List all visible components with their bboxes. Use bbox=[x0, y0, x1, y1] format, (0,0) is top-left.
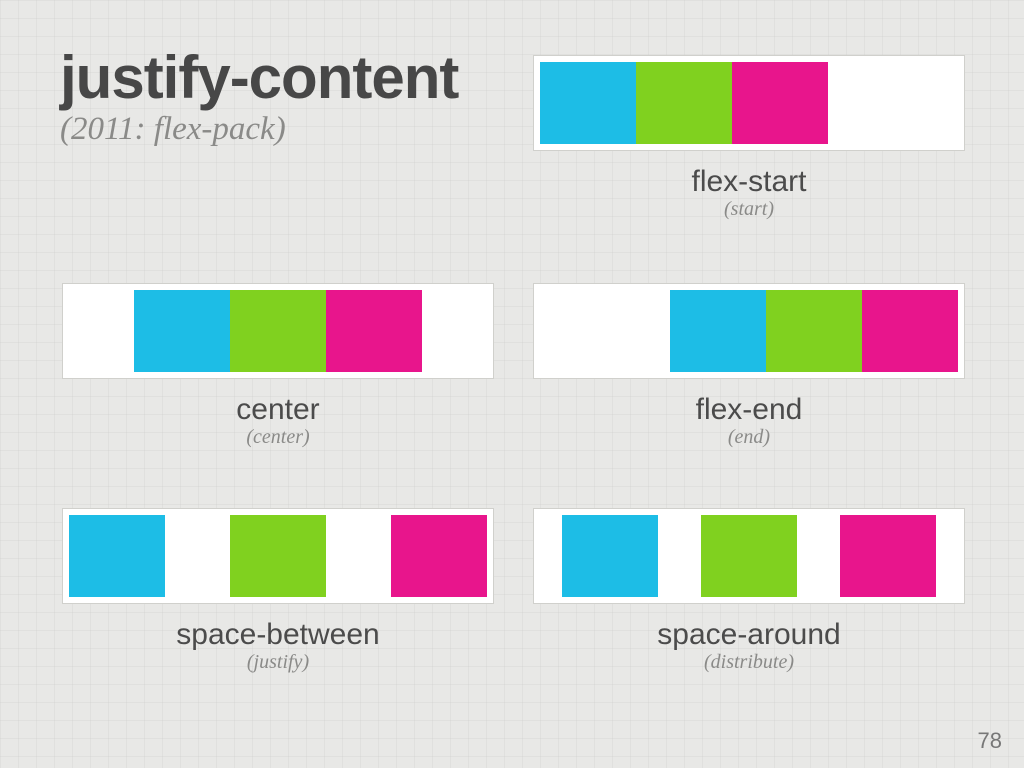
note-center: (center) bbox=[62, 426, 494, 449]
track-center bbox=[62, 283, 494, 379]
box-cyan bbox=[670, 290, 766, 372]
box-pink bbox=[326, 290, 422, 372]
box-cyan bbox=[540, 62, 636, 144]
note-space-between: (justify) bbox=[62, 651, 494, 674]
box-green bbox=[766, 290, 862, 372]
box-green bbox=[636, 62, 732, 144]
note-flex-end: (end) bbox=[533, 426, 965, 449]
box-cyan bbox=[69, 515, 165, 597]
box-green bbox=[230, 290, 326, 372]
box-pink bbox=[862, 290, 958, 372]
slide: justify-content (2011: flex-pack) flex-s… bbox=[0, 0, 1024, 768]
example-flex-start: flex-start (start) bbox=[533, 55, 965, 221]
track-flex-end bbox=[533, 283, 965, 379]
box-pink bbox=[732, 62, 828, 144]
track-space-around bbox=[533, 508, 965, 604]
box-cyan bbox=[134, 290, 230, 372]
example-space-between: space-between (justify) bbox=[62, 508, 494, 674]
label-space-around: space-around bbox=[533, 618, 965, 652]
example-flex-end: flex-end (end) bbox=[533, 283, 965, 449]
track-flex-start bbox=[533, 55, 965, 151]
box-cyan bbox=[562, 515, 658, 597]
box-pink bbox=[840, 515, 936, 597]
examples: flex-start (start) center (center) flex-… bbox=[0, 0, 1024, 768]
note-flex-start: (start) bbox=[533, 198, 965, 221]
label-space-between: space-between bbox=[62, 618, 494, 652]
track-space-between bbox=[62, 508, 494, 604]
note-space-around: (distribute) bbox=[533, 651, 965, 674]
label-center: center bbox=[62, 393, 494, 427]
page-number: 78 bbox=[978, 728, 1002, 754]
label-flex-end: flex-end bbox=[533, 393, 965, 427]
box-green bbox=[701, 515, 797, 597]
example-center: center (center) bbox=[62, 283, 494, 449]
label-flex-start: flex-start bbox=[533, 165, 965, 199]
box-pink bbox=[391, 515, 487, 597]
box-green bbox=[230, 515, 326, 597]
example-space-around: space-around (distribute) bbox=[533, 508, 965, 674]
